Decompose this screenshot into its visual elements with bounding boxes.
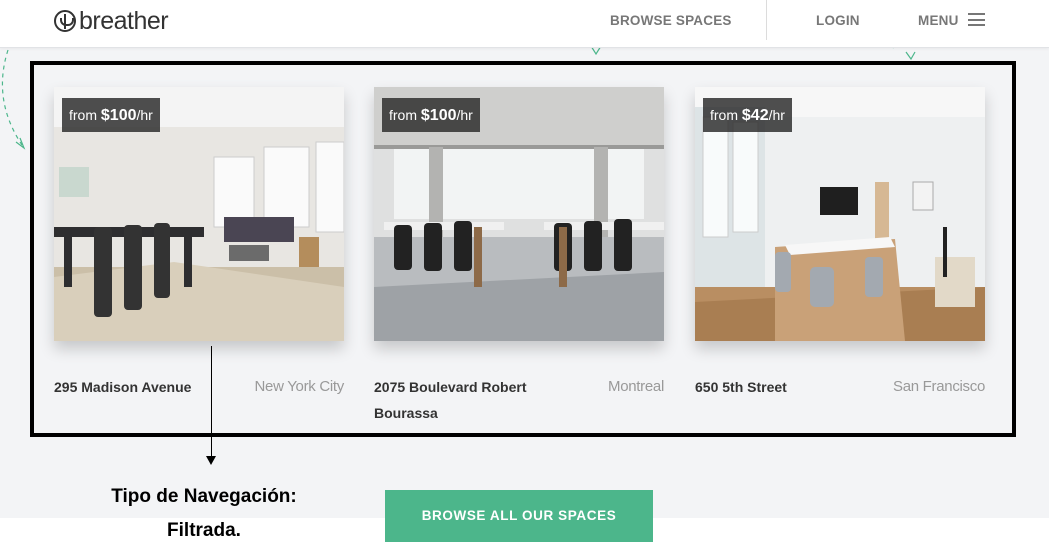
nav-login[interactable]: LOGIN <box>816 13 860 28</box>
price-value: $100 <box>100 107 137 124</box>
price-suffix: /hr <box>136 107 153 123</box>
listing-card[interactable]: from $100/hr 2075 Boulevard Robert Boura… <box>374 87 664 426</box>
nav-menu[interactable]: MENU <box>918 13 959 28</box>
listing-card[interactable]: from $42/hr 650 5th Street San Francisco <box>695 87 985 400</box>
listing-address[interactable]: 650 5th Street <box>695 374 870 400</box>
annotation-pointer-line <box>211 346 212 458</box>
listing-city: Montreal <box>608 378 664 395</box>
tree-circle-icon <box>54 10 76 32</box>
card-info: 2075 Boulevard Robert Bourassa Montreal <box>374 374 664 426</box>
price-prefix: from <box>710 107 742 123</box>
price-suffix: /hr <box>456 107 473 123</box>
price-value: $100 <box>420 107 457 124</box>
annotation-line-1: Tipo de Navegación: <box>111 486 297 507</box>
price-prefix: from <box>69 107 101 123</box>
listing-address[interactable]: 2075 Boulevard Robert Bourassa <box>374 374 549 426</box>
browse-all-spaces-button[interactable]: BROWSE ALL OUR SPACES <box>385 490 653 542</box>
listing-photo[interactable]: from $100/hr <box>54 87 344 341</box>
price-badge: from $100/hr <box>62 98 160 132</box>
listing-city: San Francisco <box>893 378 985 395</box>
site-header: breather BROWSE SPACES LOGIN MENU <box>0 0 1049 48</box>
annotation-arrow-icon <box>206 456 216 465</box>
listing-card[interactable]: from $100/hr 295 Madison Avenue New York… <box>54 87 344 400</box>
annotation-text: Tipo de Navegación: Filtrada. <box>80 480 328 546</box>
listing-address[interactable]: 295 Madison Avenue <box>54 374 229 400</box>
nav-divider <box>766 0 767 40</box>
listing-photo[interactable]: from $42/hr <box>695 87 985 341</box>
listing-city: New York City <box>254 378 345 395</box>
card-info: 650 5th Street San Francisco <box>695 374 985 400</box>
price-suffix: /hr <box>768 107 785 123</box>
price-badge: from $42/hr <box>703 98 792 132</box>
nav-browse-spaces[interactable]: BROWSE SPACES <box>610 13 732 28</box>
price-value: $42 <box>741 107 769 124</box>
hamburger-icon[interactable] <box>968 13 985 26</box>
logo[interactable]: breather <box>54 6 169 36</box>
annotation-line-2: Filtrada. <box>167 520 241 541</box>
listing-photo[interactable]: from $100/hr <box>374 87 664 341</box>
card-info: 295 Madison Avenue New York City <box>54 374 344 400</box>
price-prefix: from <box>389 107 421 123</box>
logo-text: breather <box>79 6 169 35</box>
price-badge: from $100/hr <box>382 98 480 132</box>
